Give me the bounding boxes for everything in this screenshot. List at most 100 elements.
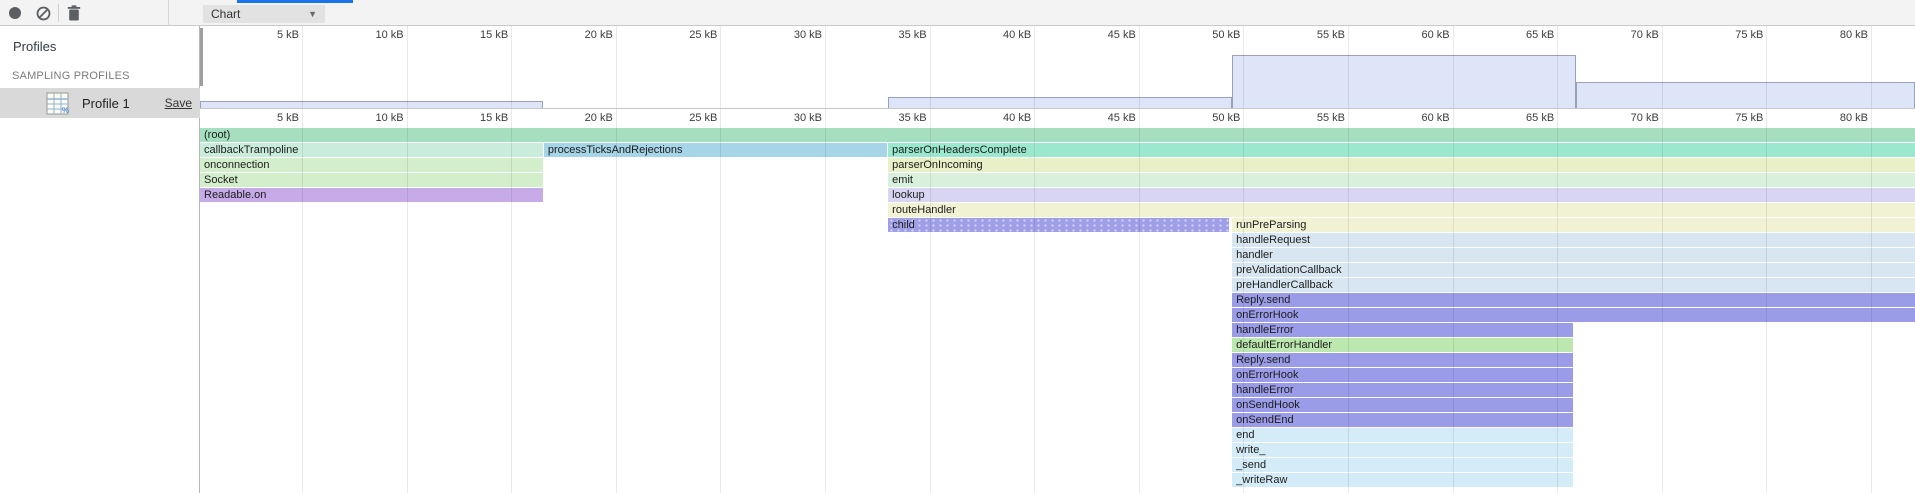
ruler-bottom-tick-label: 50 kB [1182, 112, 1240, 124]
ruler-bottom-tick-label: 55 kB [1287, 112, 1345, 124]
ruler-bottom-tick-label: 80 kB [1810, 112, 1868, 124]
ruler-top-tick-label: 25 kB [659, 29, 717, 41]
ruler-bottom-tick-label: 15 kB [450, 112, 508, 124]
flame-bar[interactable]: parserOnIncoming [888, 158, 1915, 172]
grid-line [825, 26, 826, 493]
flame-bar[interactable]: callbackTrampoline [200, 143, 543, 157]
view-mode-select[interactable]: Chart ▼ [203, 5, 325, 23]
sidebar-title: Profiles [13, 39, 56, 54]
grid-line [1557, 26, 1558, 493]
ruler-top-tick-label: 15 kB [450, 29, 508, 41]
ruler-top-tick-label: 75 kB [1705, 29, 1763, 41]
grid-line [1662, 26, 1663, 493]
vertical-scrollbar-thumb[interactable] [200, 28, 203, 86]
flame-bar[interactable]: lookup [888, 188, 1915, 202]
view-mode-value: Chart [211, 7, 240, 21]
flame-bar[interactable]: defaultErrorHandler [1232, 338, 1573, 352]
ruler-bottom-tick-label: 40 kB [973, 112, 1031, 124]
flame-bar[interactable]: handleRequest [1232, 233, 1915, 247]
active-tab-indicator [237, 0, 353, 3]
clear-icon [36, 6, 51, 21]
flame-bar[interactable]: onconnection [200, 158, 543, 172]
flame-bar[interactable]: preValidationCallback [1232, 263, 1915, 277]
flame-bar[interactable]: _writeRaw [1232, 473, 1573, 487]
profile-name: Profile 1 [82, 96, 130, 111]
flame-bar[interactable]: runPreParsing [1232, 218, 1915, 232]
overview-segment[interactable] [1576, 82, 1915, 108]
flame-chart-area: 5 kB5 kB10 kB10 kB15 kB15 kB20 kB20 kB25… [200, 26, 1915, 493]
ruler-top-tick-label: 60 kB [1392, 29, 1450, 41]
ruler-bottom-tick-label: 75 kB [1705, 112, 1763, 124]
flame-bar[interactable]: onSendEnd [1232, 413, 1573, 427]
ruler-top-tick-label: 5 kB [241, 29, 299, 41]
ruler-bottom-tick-label: 10 kB [346, 112, 404, 124]
flame-bar[interactable]: Readable.on [200, 188, 543, 202]
sidebar-item-profile-1[interactable]: % Profile 1 Save [0, 88, 200, 118]
grid-line [302, 26, 303, 493]
record-icon [9, 7, 21, 19]
ruler-bottom-tick-label: 65 kB [1496, 112, 1554, 124]
ruler-top-tick-label: 50 kB [1182, 29, 1240, 41]
flame-bar[interactable]: _send [1232, 458, 1573, 472]
ruler-bottom-tick-label: 60 kB [1392, 112, 1450, 124]
grid-line [1139, 26, 1140, 493]
ruler-top-tick-label: 20 kB [555, 29, 613, 41]
flame-bar[interactable]: handleError [1232, 383, 1573, 397]
ruler-top-tick-label: 80 kB [1810, 29, 1868, 41]
grid-line [1453, 26, 1454, 493]
flame-bar[interactable]: onErrorHook [1232, 308, 1915, 322]
flame-bar[interactable]: Socket [200, 173, 543, 187]
ruler-bottom-tick-label: 30 kB [764, 112, 822, 124]
grid-line [511, 26, 512, 493]
ruler-top-tick-label: 45 kB [1078, 29, 1136, 41]
grid-line [1348, 26, 1349, 493]
ruler-bottom-tick-label: 20 kB [555, 112, 613, 124]
trash-icon [67, 5, 81, 21]
flame-bar[interactable]: (root) [200, 128, 1915, 142]
ruler-top-tick-label: 65 kB [1496, 29, 1554, 41]
record-button[interactable] [6, 0, 24, 26]
ruler-top-tick-label: 55 kB [1287, 29, 1345, 41]
ruler-bottom-tick-label: 70 kB [1601, 112, 1659, 124]
ruler-bottom-tick-label: 25 kB [659, 112, 717, 124]
grid-line [407, 26, 408, 493]
grid-line [616, 26, 617, 493]
flame-bar[interactable]: child [888, 218, 1229, 232]
delete-profile-button[interactable] [64, 0, 84, 26]
save-profile-link[interactable]: Save [165, 96, 192, 110]
clear-button[interactable] [33, 0, 53, 26]
ruler-top-tick-label: 70 kB [1601, 29, 1659, 41]
svg-text:%: % [62, 106, 69, 115]
flame-bar[interactable]: parserOnHeadersComplete [888, 143, 1915, 157]
sidebar-section-label: SAMPLING PROFILES [12, 70, 130, 82]
sidebar: Profiles SAMPLING PROFILES % Profile 1 S… [0, 26, 200, 493]
grid-line [1871, 26, 1872, 493]
toolbar: Chart ▼ [0, 0, 1915, 26]
flame-bar[interactable]: end [1232, 428, 1573, 442]
overview-segment[interactable] [888, 97, 1232, 108]
ruler-bottom-tick-label: 5 kB [241, 112, 299, 124]
flame-bar[interactable]: write_ [1232, 443, 1573, 457]
grid-line [1766, 26, 1767, 493]
toolbar-divider [168, 0, 169, 26]
overview-segment[interactable] [1232, 55, 1576, 108]
chevron-down-icon: ▼ [308, 9, 317, 19]
ruler-top-tick-label: 35 kB [869, 29, 927, 41]
ruler-top-tick-label: 30 kB [764, 29, 822, 41]
flame-bar[interactable]: Reply.send [1232, 353, 1573, 367]
profile-icon: % [46, 92, 69, 115]
ruler-bottom-tick-label: 35 kB [869, 112, 927, 124]
flame-bar[interactable]: Reply.send [1232, 293, 1915, 307]
flame-bar[interactable]: onSendHook [1232, 398, 1573, 412]
overview-segment[interactable] [200, 101, 543, 108]
grid-line [1243, 26, 1244, 493]
flame-bar[interactable]: preHandlerCallback [1232, 278, 1915, 292]
flame-bar[interactable]: handleError [1232, 323, 1573, 337]
ruler-bottom-tick-label: 45 kB [1078, 112, 1136, 124]
flame-bar[interactable]: emit [888, 173, 1915, 187]
flame-bar[interactable]: onErrorHook [1232, 368, 1573, 382]
flame-bar[interactable]: handler [1232, 248, 1915, 262]
flame-bar[interactable]: processTicksAndRejections [544, 143, 887, 157]
flame-bar[interactable]: routeHandler [888, 203, 1915, 217]
grid-line [720, 26, 721, 493]
